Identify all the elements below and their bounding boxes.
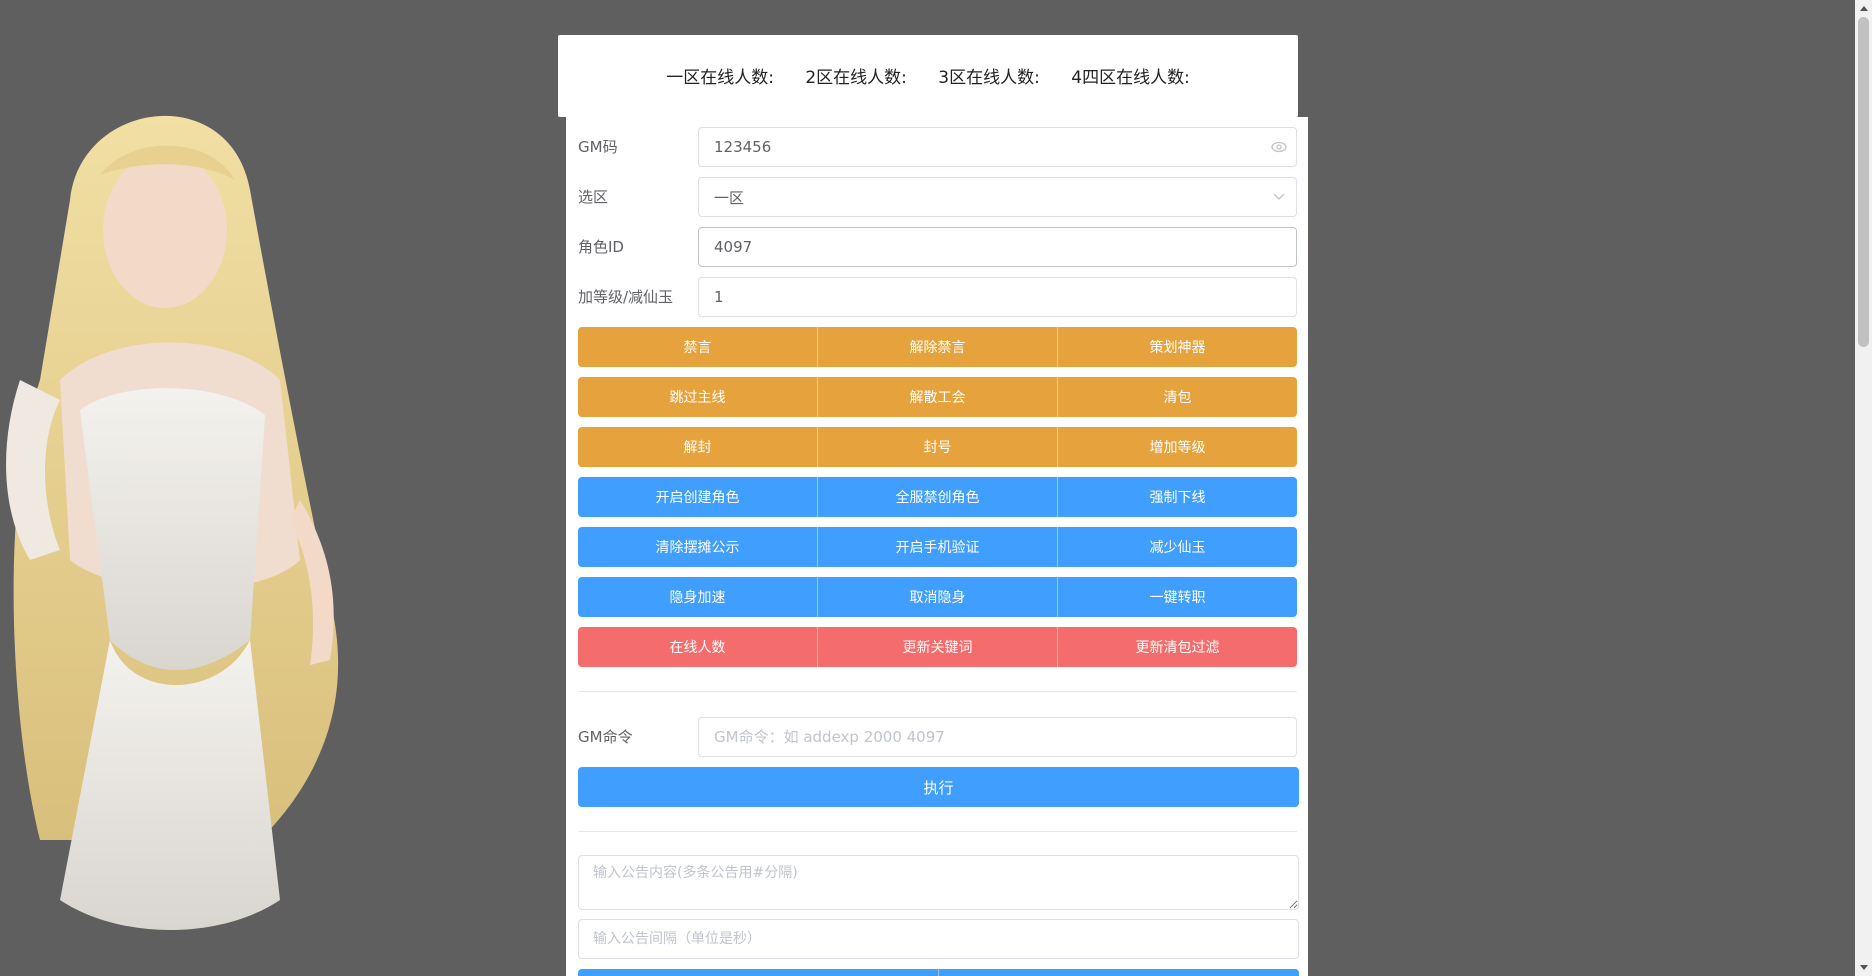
zone3-online-count: 3区在线人数: <box>938 68 1040 88</box>
gm-command-row: GM命令 <box>578 717 1297 757</box>
gm-code-input[interactable] <box>698 127 1297 167</box>
planner-artifact-button[interactable]: 策划神器 <box>1058 327 1297 367</box>
zone4-online-count: 4四区在线人数: <box>1071 68 1190 88</box>
stealth-speed-button[interactable]: 隐身加速 <box>578 577 818 617</box>
disable-create-role-button[interactable]: 全服禁创角色 <box>818 477 1058 517</box>
page-scrollbar[interactable] <box>1855 0 1872 976</box>
role-id-row: 角色ID <box>578 227 1297 267</box>
eye-icon[interactable] <box>1269 137 1289 157</box>
skip-main-quest-button[interactable]: 跳过主线 <box>578 377 818 417</box>
zone1-online-count: 一区在线人数: <box>666 68 774 88</box>
zone-select-label: 选区 <box>578 188 609 206</box>
page: 一区在线人数: 2区在线人数: 3区在线人数: 4四区在线人数: GM码 选区 … <box>0 0 1872 976</box>
level-row: 加等级/减仙玉 <box>578 277 1297 317</box>
gm-command-input[interactable] <box>698 717 1297 757</box>
unban-button[interactable]: 解封 <box>578 427 818 467</box>
role-id-label: 角色ID <box>578 238 624 256</box>
execute-button[interactable]: 执行 <box>578 767 1299 807</box>
divider <box>578 831 1297 832</box>
one-click-job-change-button[interactable]: 一键转职 <box>1058 577 1297 617</box>
gm-code-label: GM码 <box>578 138 618 156</box>
ban-account-button[interactable]: 封号 <box>818 427 1058 467</box>
force-offline-button[interactable]: 强制下线 <box>1058 477 1297 517</box>
update-keywords-button[interactable]: 更新关键词 <box>818 627 1058 667</box>
clear-bag-button[interactable]: 清包 <box>1058 377 1297 417</box>
cancel-stealth-button[interactable]: 取消隐身 <box>818 577 1058 617</box>
action-row-2: 跳过主线 解散工会 清包 <box>578 377 1297 417</box>
action-row-5: 清除摆摊公示 开启手机验证 减少仙玉 <box>578 527 1297 567</box>
notice-content-input[interactable] <box>578 855 1299 910</box>
gm-code-row: GM码 <box>578 127 1297 167</box>
add-level-button[interactable]: 增加等级 <box>1058 427 1297 467</box>
notice-action-row <box>578 969 1299 976</box>
action-row-6: 隐身加速 取消隐身 一键转职 <box>578 577 1297 617</box>
zone2-online-count: 2区在线人数: <box>805 68 907 88</box>
update-bag-filter-button[interactable]: 更新清包过滤 <box>1058 627 1297 667</box>
reduce-jade-button[interactable]: 减少仙玉 <box>1058 527 1297 567</box>
action-row-1: 禁言 解除禁言 策划神器 <box>578 327 1297 367</box>
online-count-button[interactable]: 在线人数 <box>578 627 818 667</box>
scroll-down-icon[interactable] <box>1855 959 1872 976</box>
notice-interval-input[interactable] <box>578 919 1299 959</box>
online-count-header: 一区在线人数: 2区在线人数: 3区在线人数: 4四区在线人数: <box>558 35 1298 117</box>
enable-create-role-button[interactable]: 开启创建角色 <box>578 477 818 517</box>
unmute-button[interactable]: 解除禁言 <box>818 327 1058 367</box>
enable-phone-verify-button[interactable]: 开启手机验证 <box>818 527 1058 567</box>
level-label: 加等级/减仙玉 <box>578 288 674 306</box>
gm-form-panel: GM码 选区 角色ID 加等级/减仙玉 禁言 解除禁言 策划神器 <box>566 117 1308 976</box>
scrollbar-thumb[interactable] <box>1858 17 1869 347</box>
divider <box>578 691 1297 692</box>
action-row-7: 在线人数 更新关键词 更新清包过滤 <box>578 627 1297 667</box>
zone-select[interactable] <box>698 177 1297 217</box>
zone-select-row: 选区 <box>578 177 1297 217</box>
action-row-3: 解封 封号 增加等级 <box>578 427 1297 467</box>
action-row-4: 开启创建角色 全服禁创角色 强制下线 <box>578 477 1297 517</box>
character-illustration <box>6 115 339 930</box>
disband-guild-button[interactable]: 解散工会 <box>818 377 1058 417</box>
clear-stall-notice-button[interactable]: 清除摆摊公示 <box>578 527 818 567</box>
notice-action-right-button[interactable] <box>939 969 1299 976</box>
scroll-up-icon[interactable] <box>1855 0 1872 17</box>
chevron-down-icon[interactable] <box>1269 187 1289 207</box>
mute-button[interactable]: 禁言 <box>578 327 818 367</box>
level-input[interactable] <box>698 277 1297 317</box>
gm-command-label: GM命令 <box>578 728 633 746</box>
notice-action-left-button[interactable] <box>578 969 939 976</box>
role-id-input[interactable] <box>698 227 1297 267</box>
online-count-row: 一区在线人数: 2区在线人数: 3区在线人数: 4四区在线人数: <box>558 63 1298 88</box>
